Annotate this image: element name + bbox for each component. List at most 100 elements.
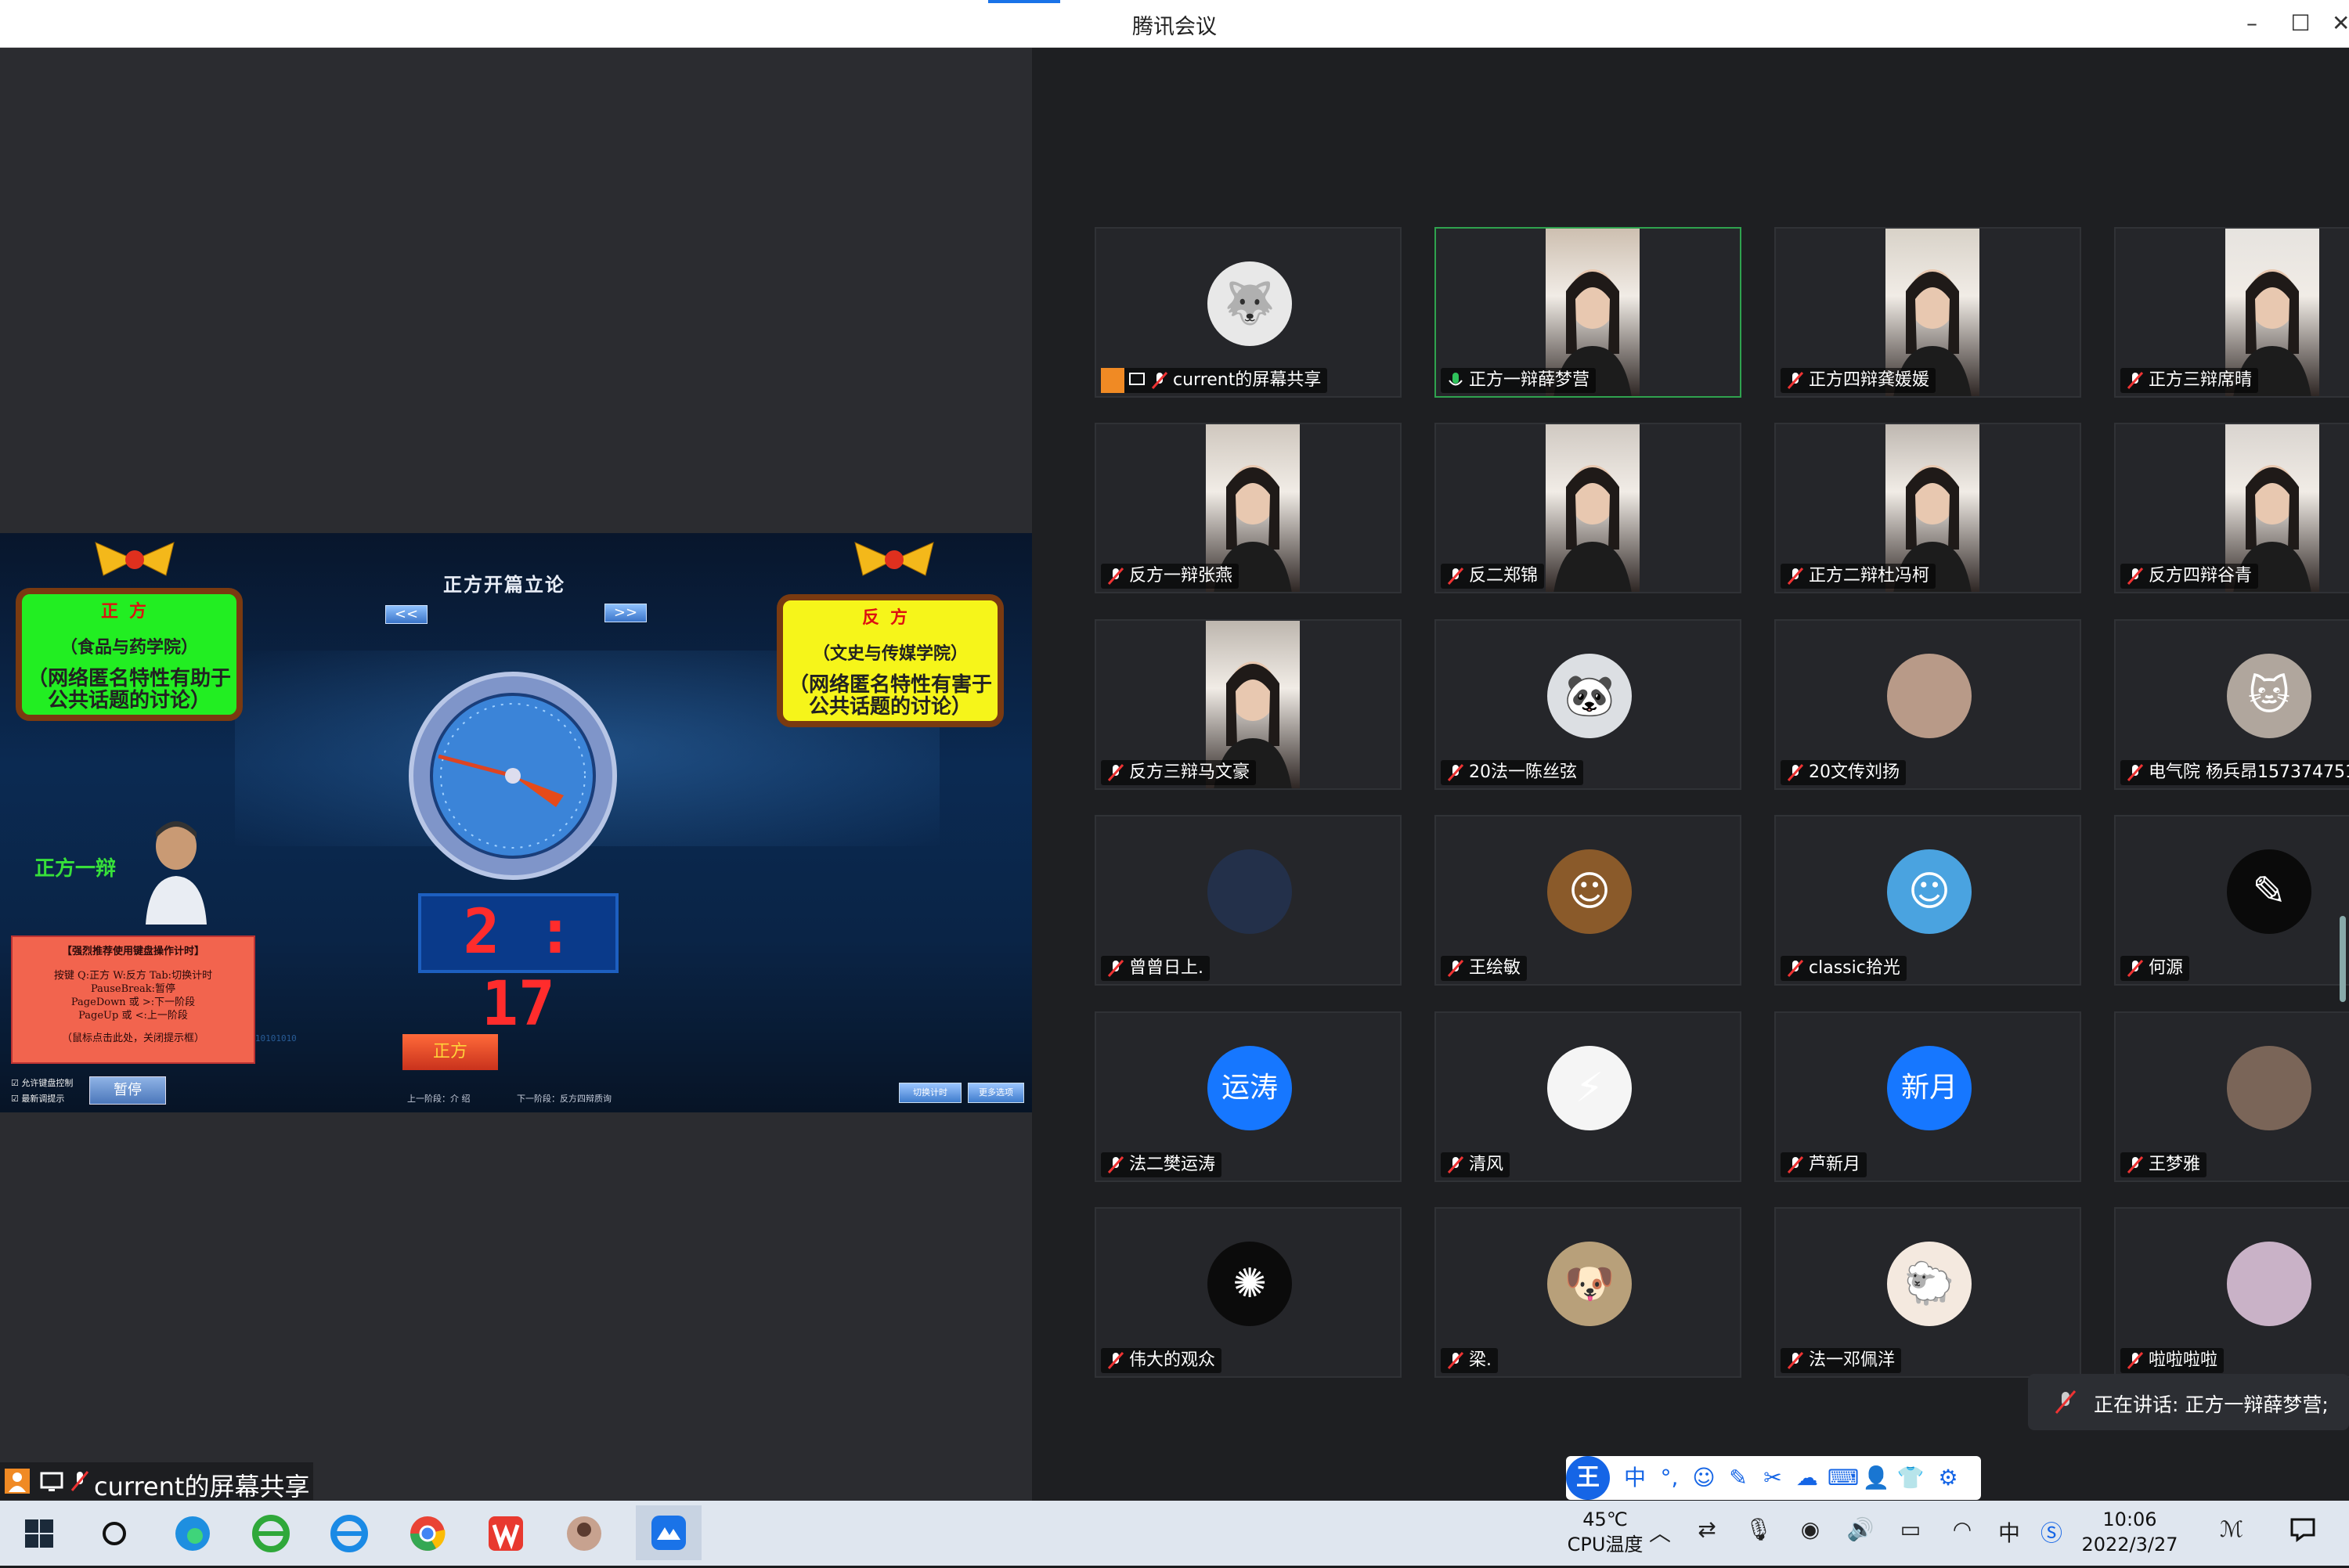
current-speaker-label: 正方一辩 [34, 857, 117, 881]
participant-tile[interactable]: 正方一辩薛梦营 [1434, 227, 1741, 398]
participant-name: current的屏幕共享 [1101, 368, 1328, 393]
participant-tile[interactable]: 反方三辩马文豪 [1095, 619, 1402, 790]
wifi-icon[interactable]: ◠ [1947, 1516, 1978, 1551]
ime-settings-icon[interactable]: ⚙ [1934, 1464, 1962, 1492]
participant-tile[interactable]: 反二郑锦 [1434, 423, 1741, 593]
volume-icon[interactable]: 🔊 [1845, 1516, 1876, 1551]
participant-name: 正方四辩龚媛媛 [1781, 368, 1936, 393]
participant-tile[interactable]: 曾曾日上. [1095, 815, 1402, 986]
participant-tile[interactable]: 🐑 法一邓佩洋 [1774, 1207, 2081, 1378]
hint-checkbox[interactable]: ☑ 最新调提示 [11, 1092, 64, 1105]
ime-punctuation-icon[interactable]: °, [1655, 1464, 1683, 1492]
mic-muted-icon [1447, 959, 1464, 978]
next-stage-button[interactable]: >> [604, 604, 647, 622]
participant-name: 王梦雅 [2120, 1152, 2207, 1177]
pause-button[interactable]: 暂停 [89, 1076, 166, 1105]
participant-tile[interactable]: 🐺 current的屏幕共享 [1095, 227, 1402, 398]
ime-scissors-icon[interactable]: ✂ [1759, 1464, 1787, 1492]
ime-logo-icon[interactable]: 王 [1566, 1456, 1610, 1500]
window-title: 腾讯会议 [1132, 15, 1217, 39]
mi-link-icon[interactable]: ℳ [2208, 1516, 2255, 1551]
keyboard-control-checkbox[interactable]: ☑ 允许键盘控制 [11, 1076, 73, 1089]
cpu-temp-label: CPU温度 [1567, 1534, 1644, 1555]
participant-tile[interactable]: ✎ 何源 [2114, 815, 2349, 986]
ime-mode-indicator[interactable]: 中 [1994, 1516, 2025, 1551]
participant-tile[interactable]: 啦啦啦啦 [2114, 1207, 2349, 1378]
close-button[interactable]: ✕ [2332, 8, 2349, 39]
hint-line: PauseBreak:暂停 [90, 983, 176, 995]
cpu-temperature: 45℃ CPU温度 [1558, 1507, 1652, 1557]
clock[interactable]: 10:06 2022/3/27 [2067, 1507, 2192, 1557]
ie-browser-icon[interactable] [324, 1509, 374, 1559]
mic-muted-icon [1447, 1351, 1464, 1370]
ime-keyboard-icon[interactable]: ⌨ [1828, 1464, 1859, 1492]
mic-active-icon [1447, 372, 1464, 389]
microphone-icon[interactable]: 🎙 [1743, 1516, 1774, 1551]
notification-icon[interactable] [2283, 1516, 2322, 1551]
battery-icon[interactable]: ▭ [1895, 1516, 1926, 1551]
participant-tile[interactable]: 正方二辩杜冯柯 [1774, 423, 2081, 593]
participant-name-text: 20文传刘扬 [1809, 762, 1900, 782]
participant-tile[interactable]: ☺ classic拾光 [1774, 815, 2081, 986]
participant-tile[interactable]: 正方三辩席晴 [2114, 227, 2349, 398]
participant-name: 正方三辩席晴 [2120, 368, 2259, 393]
hint-line: （鼠标点击此处，关闭提示框） [61, 1033, 204, 1044]
ime-cloud-icon[interactable]: ☁ [1793, 1464, 1821, 1492]
participant-tile[interactable]: 🐶 梁. [1434, 1207, 1741, 1378]
qq-icon[interactable]: ◉ [1795, 1516, 1826, 1551]
stage-title: 正方开篇立论 [443, 573, 565, 596]
chrome-browser-icon[interactable] [402, 1509, 453, 1559]
tencent-meeting-taskbar-icon[interactable] [636, 1505, 702, 1560]
participant-tile[interactable]: 反方四辩谷青 [2114, 423, 2349, 593]
mic-muted-icon [2127, 1351, 2144, 1370]
speaker-avatar-icon [146, 821, 207, 925]
ie-green-browser-icon[interactable] [246, 1509, 296, 1559]
photo-app-icon[interactable] [559, 1509, 609, 1559]
participant-tile[interactable]: 王梦雅 [2114, 1011, 2349, 1182]
switch-timer-button[interactable]: 切换计时 [899, 1083, 962, 1103]
keyboard-hint-box[interactable]: 【强烈推荐使用键盘操作计时】 按键 Q:正方 W:反方 Tab:切换计时 Pau… [11, 935, 255, 1064]
mic-muted-icon [1107, 959, 1124, 978]
pro-team-box: 正方 （食品与药学院） （网络匿名特性有助于公共话题的讨论） [16, 588, 243, 721]
search-icon[interactable] [89, 1509, 139, 1559]
sync-icon[interactable]: ⇄ [1691, 1516, 1723, 1551]
prev-stage-button[interactable]: << [385, 605, 428, 624]
participant-tile[interactable]: ⚡ 清风 [1434, 1011, 1741, 1182]
mic-muted-icon [1787, 1155, 1804, 1174]
ime-skin-icon[interactable]: 👕 [1896, 1464, 1925, 1492]
participant-tile[interactable]: ☺ 王绘敏 [1434, 815, 1741, 986]
minimize-button[interactable]: – [2236, 8, 2268, 39]
participant-name: 清风 [1441, 1152, 1510, 1177]
participant-tile[interactable]: 20文传刘扬 [1774, 619, 2081, 790]
hint-line: 【强烈推荐使用键盘操作计时】 [61, 946, 204, 957]
pikachu-avatar-icon: ⚡ [1547, 1046, 1632, 1130]
mic-muted-icon [1107, 567, 1124, 586]
maximize-button[interactable]: ☐ [2285, 8, 2316, 39]
ime-chinese-mode[interactable]: 中 [1621, 1464, 1649, 1492]
sogou-ime-icon[interactable]: Ⓢ [2036, 1516, 2067, 1551]
start-pro-button[interactable]: 正方 [402, 1034, 498, 1070]
participant-tile[interactable]: 🐼 20法一陈丝弦 [1434, 619, 1741, 790]
taskbar: 45℃ CPU温度 ︿ ⇄ 🎙 ◉ 🔊 ▭ ◠ 中 Ⓢ 10:06 2022/3… [0, 1501, 2349, 1566]
participant-tile[interactable]: 反方一辩张燕 [1095, 423, 1402, 593]
more-options-button[interactable]: 更多选项 [968, 1083, 1024, 1103]
con-team-box: 反方 （文史与传媒学院） （网络匿名特性有害于公共话题的讨论） [777, 594, 1004, 727]
participant-name: 王绘敏 [1441, 956, 1528, 981]
participant-name: 反方一辩张燕 [1101, 564, 1239, 589]
ime-handwrite-icon[interactable]: ✎ [1724, 1464, 1752, 1492]
mic-muted-icon [1447, 1155, 1464, 1174]
participant-name-text: 正方一辩薛梦营 [1469, 370, 1590, 390]
participant-tile[interactable]: ✺ 伟大的观众 [1095, 1207, 1402, 1378]
participant-tile[interactable]: 正方四辩龚媛媛 [1774, 227, 2081, 398]
ime-user-icon[interactable]: 👤 [1862, 1464, 1890, 1492]
participant-name-text: 梁. [1469, 1350, 1492, 1370]
edge-browser-icon[interactable] [168, 1509, 218, 1559]
start-button[interactable] [14, 1509, 64, 1559]
gallery-scrollbar[interactable] [2340, 916, 2346, 1002]
participant-tile[interactable]: 运涛 法二樊运涛 [1095, 1011, 1402, 1182]
participant-tile[interactable]: 新月 芦新月 [1774, 1011, 2081, 1182]
show-hidden-icons[interactable]: ︿ [1644, 1516, 1676, 1551]
wps-office-icon[interactable] [481, 1509, 531, 1559]
ime-emoji-icon[interactable]: ☺ [1690, 1464, 1718, 1492]
participant-tile[interactable]: 🐱 电气院 杨兵昂15737475197 [2114, 619, 2349, 790]
